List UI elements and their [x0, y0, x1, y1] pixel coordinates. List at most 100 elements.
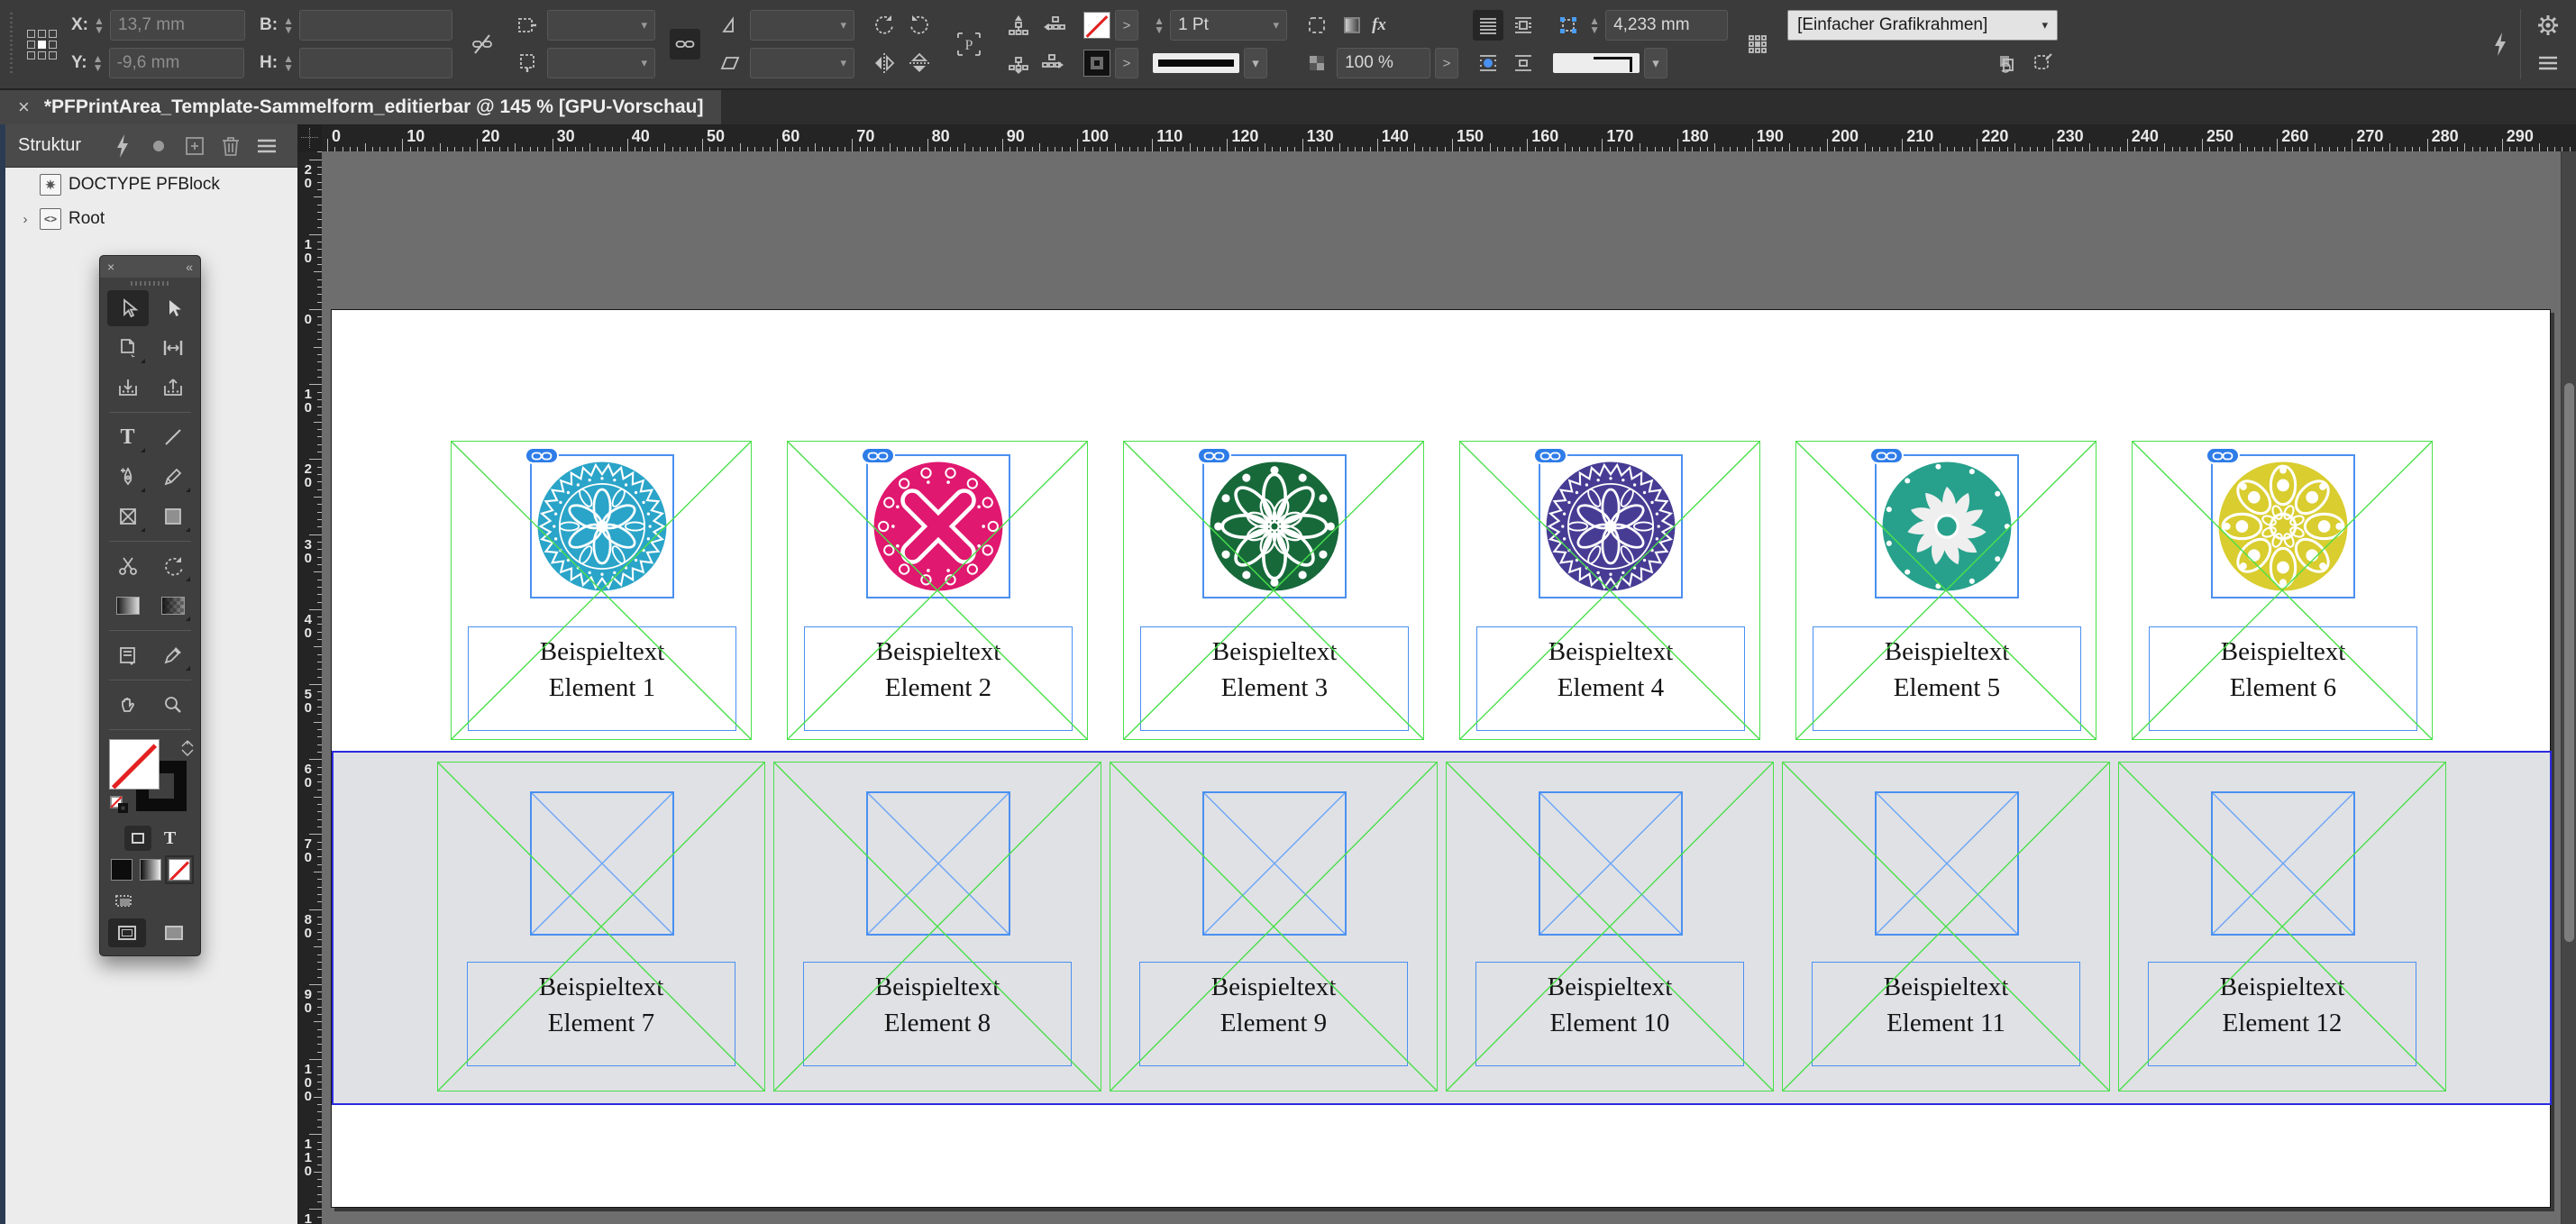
link-badge-icon[interactable] [861, 447, 895, 464]
link-badge-icon[interactable] [1533, 447, 1567, 464]
frame-fitting-icon[interactable] [1742, 29, 1773, 59]
stroke-style-select[interactable] [1153, 53, 1239, 73]
image-frame-3[interactable] [1202, 454, 1347, 598]
clear-overrides-button[interactable] [1992, 48, 2023, 78]
gradient-tool[interactable] [107, 588, 149, 624]
tools-grip[interactable] [100, 278, 200, 288]
gpu-lightning-icon[interactable] [2485, 29, 2516, 59]
scissors-tool[interactable] [107, 548, 149, 584]
eyedropper-tool[interactable] [152, 637, 194, 673]
empty-image-frame-7[interactable] [530, 791, 674, 936]
opacity-menu[interactable]: > [1435, 48, 1458, 78]
text-wrap-off-button[interactable] [1473, 10, 1503, 41]
image-frame-2[interactable] [866, 454, 1010, 598]
select-content-left-button[interactable] [1038, 10, 1069, 41]
image-frame-4[interactable] [1539, 454, 1683, 598]
text-wrap-jump-button[interactable] [1508, 48, 1539, 78]
content-collector-tool[interactable] [107, 370, 149, 406]
document-page[interactable]: BeispieltextElement 1BeispieltextElement… [331, 309, 2551, 1208]
reference-point-proxy[interactable] [27, 30, 57, 59]
text-frame-11[interactable]: BeispieltextElement 11 [1812, 962, 2080, 1066]
width-stepper[interactable]: ▲▼ [282, 16, 295, 34]
graphic-frame-12[interactable]: BeispieltextElement 12 [2118, 762, 2446, 1092]
page-tool[interactable] [107, 330, 149, 366]
image-frame-5[interactable] [1875, 454, 2019, 598]
apply-gradient-button[interactable] [140, 859, 161, 881]
select-target-icon[interactable]: P [949, 24, 989, 64]
corner-style-chevron[interactable]: ▾ [1644, 48, 1667, 78]
structure-add-icon[interactable] [177, 135, 213, 157]
height-stepper[interactable]: ▲▼ [282, 54, 295, 72]
panel-grip[interactable] [4, 13, 20, 76]
corner-radius-input[interactable]: 4,233 mm [1605, 10, 1728, 41]
text-wrap-object-button[interactable] [1473, 48, 1503, 78]
graphic-frame-1[interactable]: BeispieltextElement 1 [451, 441, 752, 740]
flip-horizontal-button[interactable] [869, 48, 900, 78]
text-frame-6[interactable]: BeispieltextElement 6 [2149, 626, 2417, 731]
screen-mode-preview-button[interactable] [155, 918, 193, 947]
content-placer-tool[interactable] [152, 370, 194, 406]
graphic-frame-6[interactable]: BeispieltextElement 6 [2132, 441, 2433, 740]
image-frame-1[interactable] [530, 454, 674, 598]
tools-close-icon[interactable]: × [107, 260, 114, 274]
break-link-style-button[interactable] [2027, 48, 2058, 78]
graphic-frame-3[interactable]: BeispieltextElement 3 [1123, 441, 1424, 740]
text-frame-12[interactable]: BeispieltextElement 12 [2148, 962, 2416, 1066]
graphic-frame-10[interactable]: BeispieltextElement 10 [1446, 762, 1774, 1092]
fill-none-proxy-swatch[interactable] [109, 739, 160, 790]
fx-button[interactable]: fx [1372, 15, 1386, 35]
image-frame-6[interactable] [2211, 454, 2355, 598]
select-content-down-button[interactable] [1003, 48, 1034, 78]
stroke-style-chevron[interactable]: ▾ [1244, 48, 1267, 78]
structure-item-doctype-pfblock[interactable]: ✷DOCTYPE PFBlock [5, 168, 297, 202]
text-frame-7[interactable]: BeispieltextElement 7 [467, 962, 735, 1066]
structure-item-root[interactable]: ›<>Root [5, 202, 297, 236]
swap-fill-stroke-icon[interactable] [178, 739, 196, 762]
empty-image-frame-8[interactable] [866, 791, 1010, 936]
empty-image-frame-11[interactable] [1875, 791, 2019, 936]
direct-selection-tool[interactable] [152, 290, 194, 326]
empty-image-frame-9[interactable] [1202, 791, 1347, 936]
hand-tool[interactable] [107, 687, 149, 723]
structure-trash-icon[interactable] [213, 134, 249, 158]
x-input[interactable]: 13,7 mm [110, 10, 245, 41]
gap-tool[interactable] [152, 330, 194, 366]
tools-collapse-icon[interactable]: « [186, 260, 193, 274]
link-scale-icon[interactable] [670, 29, 700, 59]
tab-close-icon[interactable]: × [18, 96, 30, 119]
structure-dot-icon[interactable] [141, 136, 177, 156]
link-badge-icon[interactable] [1869, 447, 1904, 464]
width-input[interactable] [299, 10, 452, 41]
graphic-frame-9[interactable]: BeispieltextElement 9 [1110, 762, 1438, 1092]
fill-black-swatch[interactable] [1083, 50, 1110, 77]
apply-none-button[interactable] [169, 859, 190, 881]
y-stepper[interactable]: ▲▼ [92, 54, 105, 72]
document-tab[interactable]: × *PFPrintArea_Template-Sammelform_editi… [0, 90, 721, 124]
zoom-tool[interactable] [152, 687, 194, 723]
stroke-swatch-menu[interactable]: > [1115, 10, 1138, 41]
stroke-weight-stepper[interactable]: ▲▼ [1153, 16, 1165, 34]
graphic-frame-2[interactable]: BeispieltextElement 2 [787, 441, 1088, 740]
corner-style-select[interactable] [1553, 53, 1640, 73]
rotate-cw-button[interactable] [904, 10, 935, 41]
view-options-icon[interactable] [113, 885, 143, 916]
object-style-select[interactable]: [Einfacher Grafikrahmen]▾ [1787, 10, 2058, 41]
rotation-angle-input[interactable]: ▾ [750, 10, 854, 41]
formatting-affects-container-button[interactable] [124, 826, 151, 851]
transparency-checker-icon[interactable] [1302, 48, 1332, 78]
graphic-frame-7[interactable]: BeispieltextElement 7 [437, 762, 765, 1092]
pencil-tool[interactable] [152, 459, 194, 495]
selection-tool[interactable] [107, 290, 149, 326]
formatting-affects-text-button[interactable]: T [164, 828, 176, 849]
scale-x-input[interactable]: ▾ [547, 10, 655, 41]
text-frame-10[interactable]: BeispieltextElement 10 [1475, 962, 1744, 1066]
flip-vertical-button[interactable] [904, 48, 935, 78]
shear-angle-input[interactable]: ▾ [750, 48, 854, 78]
y-input[interactable]: -9,6 mm [109, 48, 244, 78]
free-transform-tool[interactable] [152, 548, 194, 584]
gradient-swatch-icon[interactable] [1337, 10, 1367, 41]
screen-mode-normal-button[interactable] [108, 918, 146, 947]
vertical-scrollbar[interactable] [2561, 151, 2576, 1224]
graphic-frame-4[interactable]: BeispieltextElement 4 [1459, 441, 1760, 740]
type-tool[interactable]: T [107, 419, 149, 455]
